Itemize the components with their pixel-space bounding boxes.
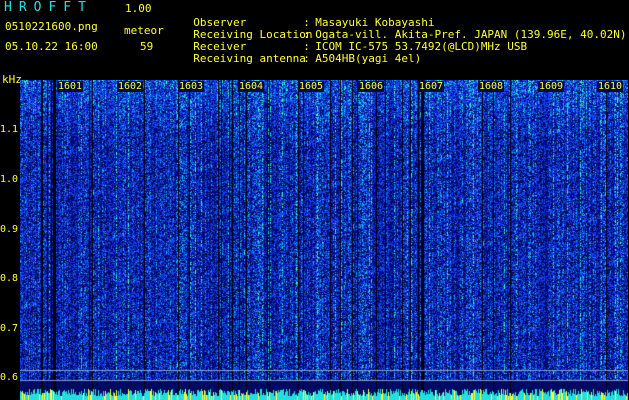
meteor-count: 59 bbox=[140, 40, 154, 53]
minute-1601: 1601 bbox=[57, 81, 84, 92]
minute-1607: 1607 bbox=[418, 81, 445, 92]
minute-1602: 1602 bbox=[117, 81, 144, 92]
minute-1604: 1604 bbox=[238, 81, 265, 92]
version: 1.00 bbox=[125, 2, 152, 15]
datetime: 05.10.22 16:00 bbox=[5, 40, 98, 53]
y-tick-0-9: 0.9 bbox=[0, 224, 19, 235]
minute-1606: 1606 bbox=[358, 81, 385, 92]
antenna-row: Receiving antenna: A504HB(yagi 4el) bbox=[180, 39, 421, 65]
frequency-unit: kHz bbox=[2, 73, 22, 86]
y-tick-1-0: 1.0 bbox=[0, 174, 19, 185]
filename: 0510221600.png bbox=[5, 20, 98, 33]
separator: : bbox=[303, 52, 310, 65]
antenna-label: Receiving antenna bbox=[193, 52, 306, 65]
minute-1603: 1603 bbox=[178, 81, 205, 92]
y-tick-0-8: 0.8 bbox=[0, 273, 19, 284]
y-tick-0-7: 0.7 bbox=[0, 323, 19, 334]
meteor-label: meteor bbox=[124, 24, 164, 37]
minute-1605: 1605 bbox=[298, 81, 325, 92]
y-tick-1-1: 1.1 bbox=[0, 124, 19, 135]
spectrogram bbox=[20, 80, 628, 400]
minute-1610: 1610 bbox=[597, 81, 624, 92]
app-title: HROFFT bbox=[4, 0, 93, 15]
minute-1608: 1608 bbox=[478, 81, 505, 92]
minute-1609: 1609 bbox=[538, 81, 565, 92]
y-tick-0-6: 0.6 bbox=[0, 372, 19, 383]
antenna-value: A504HB(yagi 4el) bbox=[315, 52, 422, 65]
